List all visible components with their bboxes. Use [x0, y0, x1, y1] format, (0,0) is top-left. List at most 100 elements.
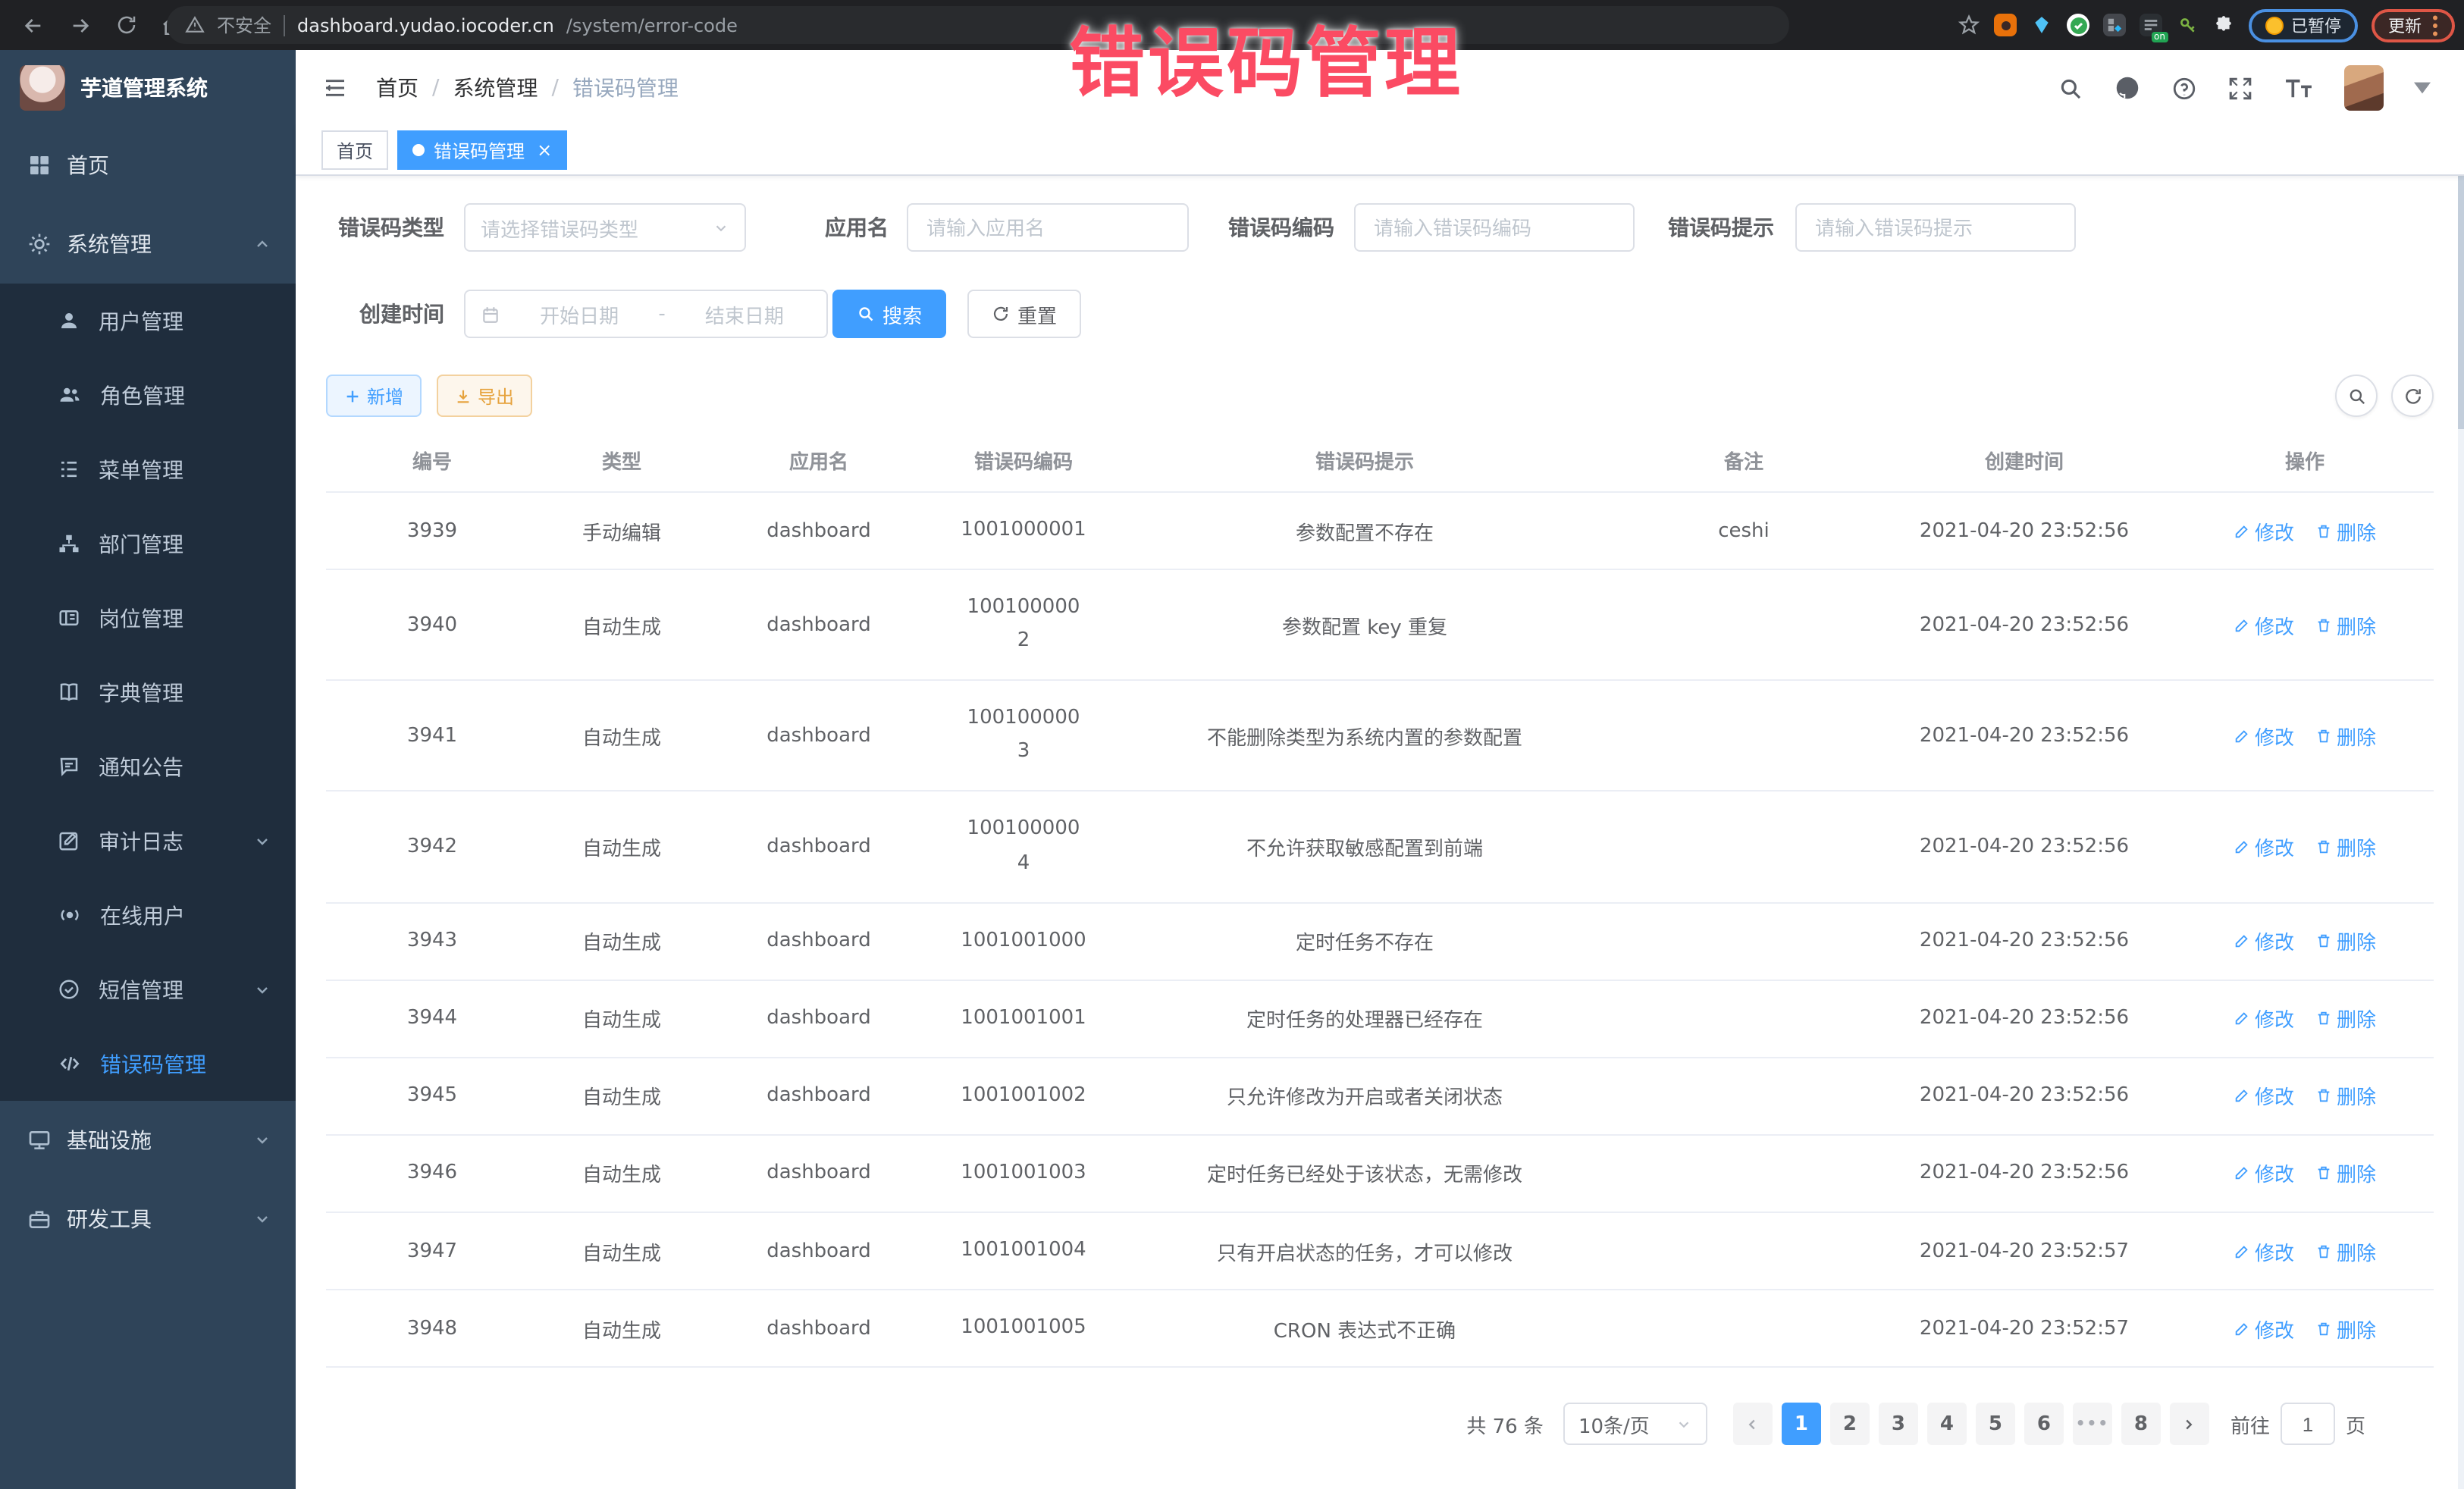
edit-link[interactable]: 修改	[2234, 1314, 2294, 1343]
more-pages-icon[interactable]: •••	[2073, 1403, 2112, 1445]
github-icon[interactable]	[2114, 74, 2141, 102]
page-size-select[interactable]: 10条/页	[1563, 1403, 1707, 1445]
trash-icon	[2315, 1011, 2332, 1027]
extension-icon[interactable]	[2103, 14, 2126, 36]
help-icon[interactable]	[2171, 75, 2197, 101]
error-type-select[interactable]: 请选择错误码类型	[464, 203, 746, 252]
prev-page-button[interactable]	[1733, 1403, 1773, 1445]
search-button[interactable]: 搜索	[832, 290, 946, 338]
page-button[interactable]: 8	[2121, 1403, 2161, 1445]
col-message: 错误码提示	[1114, 429, 1615, 492]
table-row: 3943 自动生成 dashboard 1001001000 定时任务不存在 2…	[326, 902, 2434, 980]
reset-button[interactable]: 重置	[967, 290, 1081, 338]
sidebar-item-error-code[interactable]: 错误码管理	[0, 1027, 296, 1101]
page-button[interactable]: 2	[1830, 1403, 1870, 1445]
edit-link[interactable]: 修改	[2234, 1082, 2294, 1111]
collapse-sidebar-icon[interactable]	[321, 76, 349, 100]
edit-link[interactable]: 修改	[2234, 516, 2294, 545]
caret-down-icon[interactable]	[2414, 82, 2431, 94]
user-avatar[interactable]	[2344, 65, 2384, 111]
update-button[interactable]: 更新	[2372, 8, 2455, 42]
sidebar-submenu: 用户管理 角色管理 菜单管理 部门管理 岗位管理 字典管理	[0, 284, 296, 1101]
sidebar-item-departments[interactable]: 部门管理	[0, 506, 296, 581]
delete-link[interactable]: 删除	[2315, 1314, 2376, 1343]
next-page-button[interactable]	[2170, 1403, 2209, 1445]
cell-remark: ceshi	[1615, 492, 1873, 569]
sidebar-item-users[interactable]: 用户管理	[0, 284, 296, 358]
export-button[interactable]: 导出	[437, 375, 532, 417]
sidebar-item-dictionary[interactable]: 字典管理	[0, 655, 296, 729]
sms-icon	[58, 978, 80, 1001]
font-size-icon[interactable]	[2284, 76, 2314, 100]
show-search-button[interactable]	[2335, 375, 2378, 417]
tag-error-code[interactable]: 错误码管理 ×	[397, 130, 567, 170]
extension-icon[interactable]: on	[2140, 14, 2162, 36]
edit-link[interactable]: 修改	[2234, 832, 2294, 861]
delete-link[interactable]: 删除	[2315, 1005, 2376, 1033]
delete-link[interactable]: 删除	[2315, 926, 2376, 955]
delete-link[interactable]: 删除	[2315, 516, 2376, 545]
col-app: 应用名	[705, 429, 933, 492]
add-button[interactable]: 新增	[326, 375, 422, 417]
extension-icon[interactable]	[1994, 14, 2017, 36]
refresh-table-button[interactable]	[2391, 375, 2434, 417]
sidebar-item-dev-tools[interactable]: 研发工具	[0, 1180, 296, 1259]
page-button[interactable]: 1	[1782, 1403, 1821, 1445]
extension-icon[interactable]	[2067, 14, 2089, 36]
fullscreen-icon[interactable]	[2227, 75, 2253, 101]
edit-link[interactable]: 修改	[2234, 722, 2294, 751]
cell-id: 3942	[326, 792, 538, 902]
delete-link[interactable]: 删除	[2315, 1237, 2376, 1265]
sidebar-item-announcements[interactable]: 通知公告	[0, 729, 296, 804]
delete-link[interactable]: 删除	[2315, 1082, 2376, 1111]
cell-time: 2021-04-20 23:52:56	[1873, 1058, 2176, 1135]
sidebar-item-label: 在线用户	[100, 900, 185, 930]
page-button[interactable]: 5	[1976, 1403, 2015, 1445]
page-button[interactable]: 3	[1879, 1403, 1918, 1445]
error-message-input[interactable]	[1795, 203, 2076, 252]
cell-remark	[1615, 1290, 1873, 1367]
sidebar-item-menus[interactable]: 菜单管理	[0, 432, 296, 506]
edit-icon	[2234, 1165, 2250, 1182]
back-icon[interactable]	[21, 13, 45, 37]
error-code-input[interactable]	[1354, 203, 1635, 252]
delete-link[interactable]: 删除	[2315, 722, 2376, 751]
sidebar-item-infrastructure[interactable]: 基础设施	[0, 1101, 296, 1180]
delete-link[interactable]: 删除	[2315, 832, 2376, 861]
breadcrumb-home[interactable]: 首页	[376, 73, 419, 103]
cell-type: 自动生成	[538, 1212, 705, 1290]
reload-icon[interactable]	[115, 14, 138, 36]
sidebar-item-system[interactable]: 系统管理	[0, 205, 296, 284]
sidebar-item-home[interactable]: 首页	[0, 126, 296, 205]
profile-paused-badge[interactable]: 已暂停	[2249, 8, 2358, 42]
chevron-down-icon	[253, 1210, 271, 1228]
edit-link[interactable]: 修改	[2234, 1237, 2294, 1265]
sidebar-item-audit-log[interactable]: 审计日志	[0, 804, 296, 878]
sidebar-item-sms[interactable]: 短信管理	[0, 952, 296, 1027]
page-button[interactable]: 6	[2024, 1403, 2064, 1445]
forward-icon[interactable]	[68, 13, 92, 37]
delete-link[interactable]: 删除	[2315, 1159, 2376, 1188]
tag-home[interactable]: 首页	[321, 130, 388, 170]
breadcrumb-system[interactable]: 系统管理	[453, 73, 538, 103]
edit-link[interactable]: 修改	[2234, 610, 2294, 639]
edit-link[interactable]: 修改	[2234, 1159, 2294, 1188]
date-range-picker[interactable]: 开始日期 - 结束日期	[464, 290, 828, 338]
sidebar-item-posts[interactable]: 岗位管理	[0, 581, 296, 655]
dashboard-icon	[27, 153, 52, 177]
edit-link[interactable]: 修改	[2234, 926, 2294, 955]
page-button[interactable]: 4	[1927, 1403, 1967, 1445]
app-logo[interactable]: 芋道管理系统	[0, 50, 296, 126]
goto-page-input[interactable]	[2281, 1403, 2335, 1445]
bookmark-star-icon[interactable]	[1958, 14, 1980, 36]
sidebar-item-online-users[interactable]: 在线用户	[0, 878, 296, 952]
sidebar-item-roles[interactable]: 角色管理	[0, 358, 296, 432]
close-icon[interactable]: ×	[537, 139, 552, 161]
extension-icon[interactable]	[2030, 14, 2053, 36]
app-name-input[interactable]	[907, 203, 1189, 252]
edit-link[interactable]: 修改	[2234, 1005, 2294, 1033]
extension-icon[interactable]	[2176, 14, 2199, 36]
search-icon[interactable]	[2058, 75, 2083, 101]
delete-link[interactable]: 删除	[2315, 610, 2376, 639]
extensions-puzzle-icon[interactable]	[2212, 14, 2235, 36]
